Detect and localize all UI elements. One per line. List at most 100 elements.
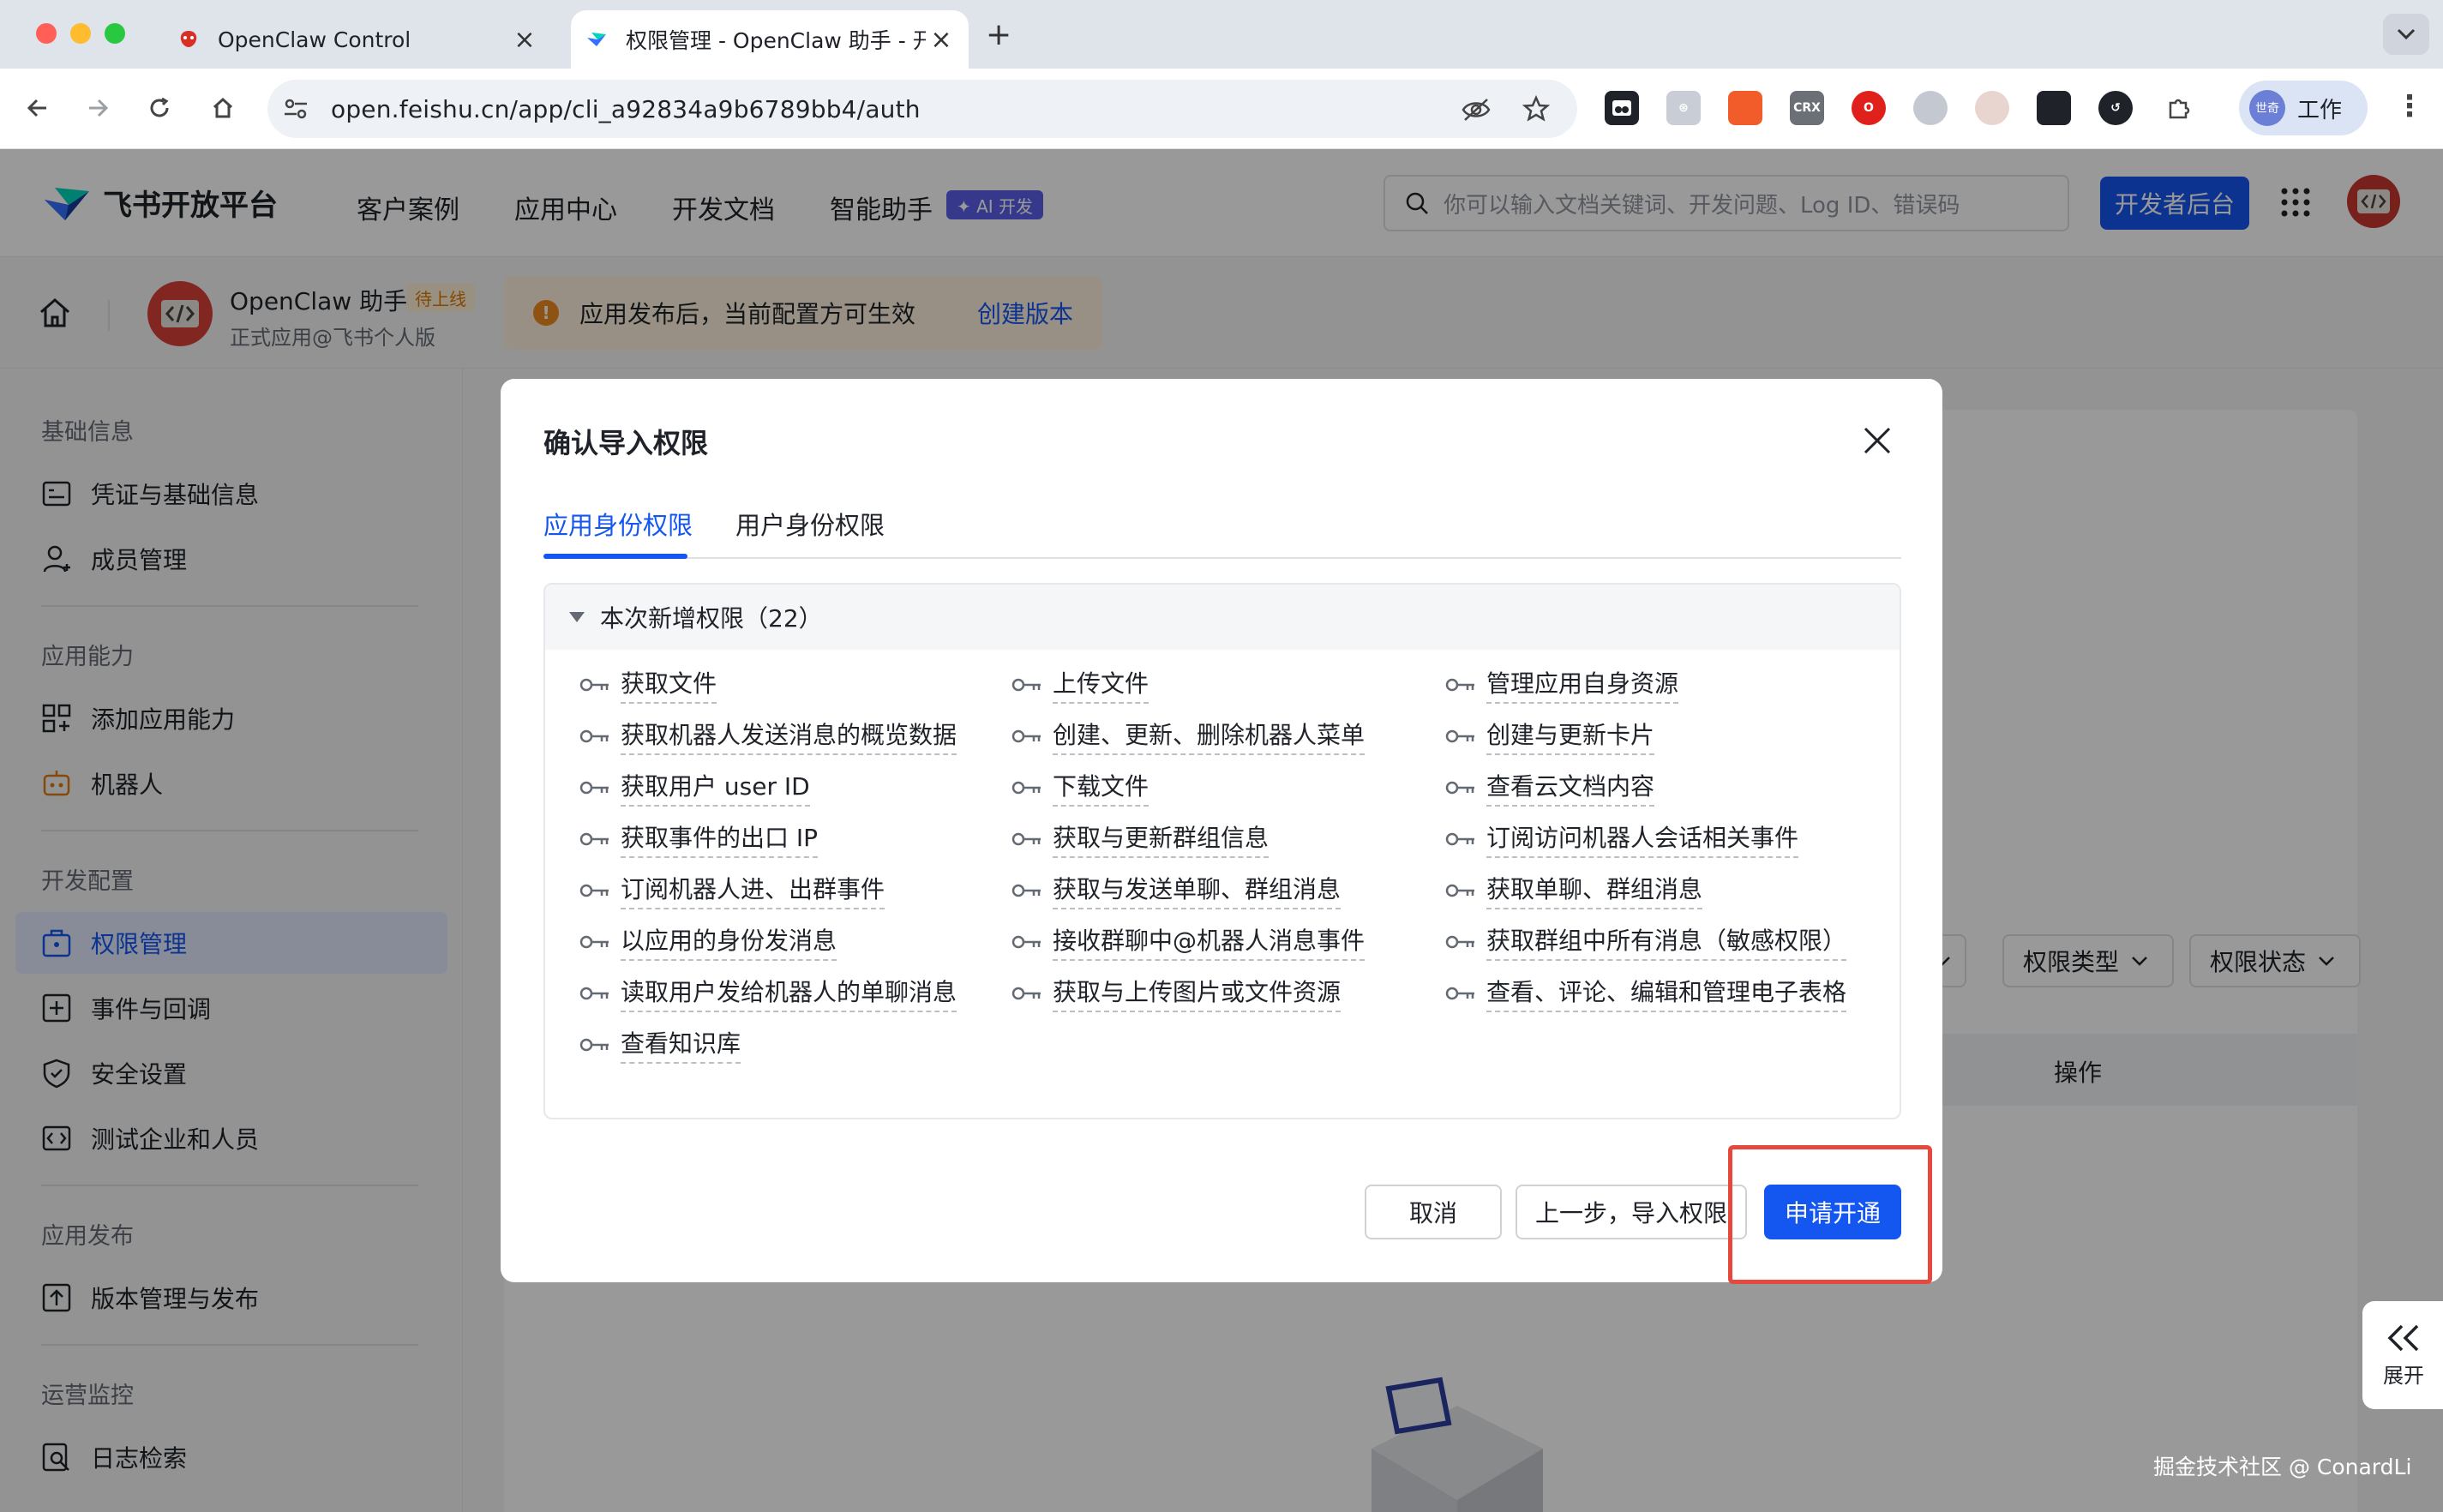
- highlight-annotation: [1728, 1145, 1932, 1284]
- extensions-puzzle-icon[interactable]: [2162, 91, 2196, 125]
- permission-item[interactable]: 获取与发送单聊、群组消息: [1011, 871, 1342, 909]
- watermark: 掘金技术社区 @ ConardLi: [2153, 1455, 2412, 1479]
- permission-item[interactable]: 上传文件: [1011, 665, 1149, 704]
- tab-user-identity-permissions[interactable]: 用户身份权限: [735, 506, 885, 542]
- browser-tab-permission-management[interactable]: 权限管理 - OpenClaw 助手 - 开 ×: [571, 10, 969, 69]
- key-icon: [579, 678, 609, 691]
- active-tab-indicator: [543, 554, 687, 559]
- previous-step-button[interactable]: 上一步，导入权限: [1516, 1185, 1747, 1239]
- tab-close-icon[interactable]: ×: [509, 24, 540, 55]
- eye-off-icon[interactable]: [1461, 97, 1492, 123]
- bookmark-star-icon[interactable]: [1522, 95, 1550, 123]
- double-chevron-left-icon: [2387, 1324, 2419, 1351]
- extension-8-icon[interactable]: [2037, 91, 2071, 125]
- key-icon: [1445, 884, 1474, 897]
- key-icon: [1445, 935, 1474, 948]
- key-icon: [1445, 832, 1474, 845]
- permission-label: 查看、评论、编辑和管理电子表格: [1486, 974, 1847, 1012]
- extension-7-icon[interactable]: [1975, 91, 2009, 125]
- key-icon: [579, 935, 609, 948]
- permission-item[interactable]: 获取文件: [579, 665, 717, 704]
- address-bar[interactable]: open.feishu.cn/app/cli_a92834a9b6789bb4/…: [267, 80, 1577, 138]
- site-settings-icon[interactable]: [283, 97, 309, 121]
- openclaw-favicon-icon: [180, 31, 197, 47]
- permission-label: 下载文件: [1053, 768, 1149, 807]
- cancel-button[interactable]: 取消: [1365, 1185, 1502, 1239]
- section-title: 本次新增权限（22）: [600, 604, 823, 633]
- new-tab-icon[interactable]: +: [986, 17, 1011, 52]
- key-icon: [579, 781, 609, 794]
- permission-label: 获取用户 user ID: [621, 768, 810, 807]
- key-icon: [579, 1038, 609, 1051]
- permission-label: 以应用的身份发消息: [621, 922, 837, 961]
- permission-label: 获取机器人发送消息的概览数据: [621, 717, 957, 755]
- permission-item[interactable]: 查看、评论、编辑和管理电子表格: [1445, 974, 1847, 1012]
- permission-item[interactable]: 订阅访问机器人会话相关事件: [1445, 819, 1799, 858]
- extension-9-icon[interactable]: ↺: [2098, 91, 2133, 125]
- profile-button[interactable]: 世奇 工作: [2239, 81, 2368, 135]
- permission-label: 获取与更新群组信息: [1053, 819, 1270, 858]
- permission-item[interactable]: 获取单聊、群组消息: [1445, 871, 1703, 909]
- forward-icon[interactable]: [79, 89, 117, 127]
- tab-close-icon[interactable]: ×: [926, 24, 957, 55]
- key-icon: [1011, 987, 1041, 999]
- profile-avatar: 世奇: [2249, 90, 2285, 126]
- feishu-favicon-icon: [587, 33, 606, 46]
- permission-label: 订阅机器人进、出群事件: [621, 871, 885, 909]
- key-icon: [1011, 884, 1041, 897]
- permission-label: 订阅访问机器人会话相关事件: [1486, 819, 1799, 858]
- permission-label: 接收群聊中@机器人消息事件: [1053, 922, 1366, 961]
- key-icon: [579, 884, 609, 897]
- permission-item[interactable]: 下载文件: [1011, 768, 1149, 807]
- permission-item[interactable]: 获取与更新群组信息: [1011, 819, 1270, 858]
- expand-panel-button[interactable]: 展开: [2362, 1301, 2443, 1409]
- tab-app-identity-permissions[interactable]: 应用身份权限: [543, 506, 693, 542]
- permission-label: 获取文件: [621, 665, 717, 704]
- extension-1-icon[interactable]: [1605, 91, 1639, 125]
- permission-item[interactable]: 以应用的身份发消息: [579, 922, 837, 961]
- reload-icon[interactable]: [141, 89, 178, 127]
- browser-tab-openclaw-control[interactable]: OpenClaw Control ×: [163, 10, 552, 69]
- key-icon: [579, 987, 609, 999]
- new-permissions-header[interactable]: 本次新增权限（22）: [545, 585, 1900, 650]
- permission-item[interactable]: 管理应用自身资源: [1445, 665, 1679, 704]
- key-icon: [1011, 832, 1041, 845]
- key-icon: [579, 832, 609, 845]
- profile-label: 工作: [2297, 97, 2343, 123]
- key-icon: [1445, 987, 1474, 999]
- extension-3-icon[interactable]: [1728, 91, 1762, 125]
- extension-5-icon[interactable]: O: [1852, 91, 1886, 125]
- permission-item[interactable]: 读取用户发给机器人的单聊消息: [579, 974, 957, 1012]
- home-icon[interactable]: [204, 89, 242, 127]
- permission-label: 获取与上传图片或文件资源: [1053, 974, 1342, 1012]
- permission-item[interactable]: 获取与上传图片或文件资源: [1011, 974, 1342, 1012]
- window-minimize-button[interactable]: [70, 23, 91, 44]
- extension-6-icon[interactable]: [1913, 91, 1948, 125]
- permission-item[interactable]: 创建与更新卡片: [1445, 717, 1655, 755]
- browser-menu-icon[interactable]: ⋮: [2395, 89, 2424, 123]
- crx-extension-icon[interactable]: CRX: [1790, 91, 1824, 125]
- extension-2-icon[interactable]: ⊛: [1666, 91, 1701, 125]
- new-permissions-panel: 本次新增权限（22） 获取文件 上传文件 管理应用自身资源获取机器人发送消息的概览数…: [543, 583, 1901, 1119]
- permission-label: 获取单聊、群组消息: [1486, 871, 1703, 909]
- tab-search-chevron-icon[interactable]: [2383, 14, 2429, 55]
- caret-down-icon: [569, 612, 585, 622]
- permission-label: 上传文件: [1053, 665, 1149, 704]
- window-zoom-button[interactable]: [105, 23, 125, 44]
- window-close-button[interactable]: [36, 23, 57, 44]
- permission-item[interactable]: 获取机器人发送消息的概览数据: [579, 717, 957, 755]
- back-icon[interactable]: [19, 89, 57, 127]
- permission-item[interactable]: 接收群聊中@机器人消息事件: [1011, 922, 1366, 961]
- browser-toolbar: open.feishu.cn/app/cli_a92834a9b6789bb4/…: [0, 69, 2443, 149]
- permission-item[interactable]: 获取群组中所有消息（敏感权限）: [1445, 922, 1847, 961]
- key-icon: [1445, 729, 1474, 742]
- close-icon[interactable]: [1860, 423, 1894, 458]
- permission-item[interactable]: 查看知识库: [579, 1025, 741, 1064]
- permission-label: 获取与发送单聊、群组消息: [1053, 871, 1342, 909]
- permission-item[interactable]: 创建、更新、删除机器人菜单: [1011, 717, 1366, 755]
- url-text: open.feishu.cn/app/cli_a92834a9b6789bb4/…: [331, 94, 921, 123]
- permission-item[interactable]: 订阅机器人进、出群事件: [579, 871, 885, 909]
- permission-item[interactable]: 获取用户 user ID: [579, 768, 810, 807]
- permission-item[interactable]: 查看云文档内容: [1445, 768, 1655, 807]
- permission-item[interactable]: 获取事件的出口 IP: [579, 819, 819, 858]
